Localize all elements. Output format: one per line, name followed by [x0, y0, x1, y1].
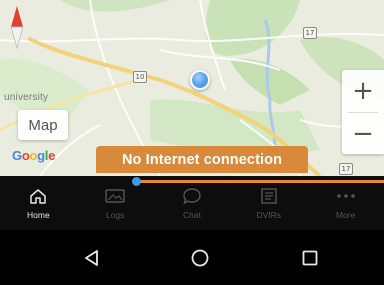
more-dots-icon [335, 186, 357, 206]
place-label: university [4, 92, 49, 103]
google-logo-letter: o [29, 148, 38, 163]
image-icon [104, 186, 126, 206]
nav-item-logs[interactable]: Logs [77, 186, 154, 230]
home-circle-icon[interactable] [186, 244, 214, 272]
map-type-button[interactable]: Map [18, 110, 68, 140]
chat-bubble-icon [181, 186, 203, 206]
system-navigation-bar [0, 230, 384, 285]
zoom-controls: + − [342, 70, 384, 154]
nav-item-dvirs[interactable]: DVIRs [230, 186, 307, 230]
google-logo-letter: G [12, 148, 22, 163]
nav-label: DVIRs [256, 210, 282, 220]
google-logo-letter: e [48, 148, 56, 163]
google-logo-letter: o [21, 148, 30, 163]
recent-apps-icon[interactable] [296, 244, 324, 272]
home-icon [27, 186, 49, 206]
nav-item-home[interactable]: Home [0, 186, 77, 230]
progress-knob [132, 177, 141, 186]
zoom-in-button[interactable]: + [342, 70, 384, 112]
nav-label: More [335, 210, 356, 220]
document-icon [258, 186, 280, 206]
current-location-marker [190, 70, 210, 90]
progress-fill [138, 180, 384, 183]
back-icon[interactable] [78, 244, 106, 272]
road-shield: 17 [303, 27, 317, 39]
zoom-out-button[interactable]: − [342, 113, 384, 155]
google-logo: Google [12, 148, 55, 163]
map-view[interactable]: 17 10 17 university Map Google + − No In… [0, 0, 384, 176]
road-shield: 10 [133, 71, 147, 83]
nav-label: Home [27, 210, 50, 220]
nav-label: Chat [183, 210, 201, 220]
google-logo-letter: g [37, 148, 45, 163]
no-connection-toast: No Internet connection [96, 146, 308, 173]
nav-item-more[interactable]: More [307, 186, 384, 230]
bottom-navigation: Home Logs Chat DVIRs More [0, 176, 384, 230]
nav-label: Logs [105, 210, 125, 220]
compass-icon[interactable] [6, 4, 28, 50]
nav-item-chat[interactable]: Chat [154, 186, 231, 230]
road-shield: 17 [339, 163, 353, 175]
